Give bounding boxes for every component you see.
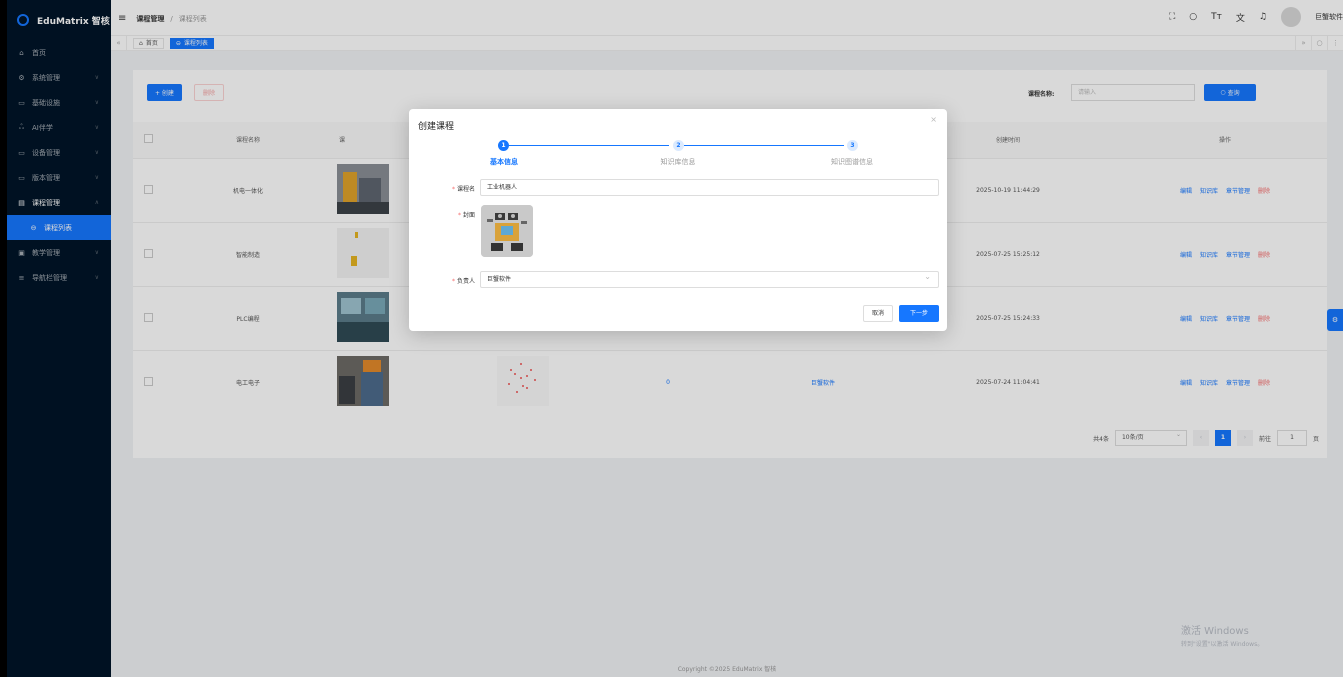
- next-step-button[interactable]: 下一步: [899, 305, 939, 322]
- step-3-icon: 3: [847, 140, 858, 151]
- cover-upload[interactable]: [481, 205, 533, 257]
- cover-label: * 封面: [457, 212, 475, 219]
- cancel-button[interactable]: 取消: [863, 305, 893, 322]
- step-3-label: 知识图谱信息: [831, 158, 873, 166]
- course-name-input[interactable]: 工业机器人: [480, 179, 939, 196]
- owner-label: * 负责人: [451, 278, 475, 285]
- step-connector: [684, 145, 844, 146]
- robot-cover-image: [481, 205, 533, 257]
- step-2-label: 知识库信息: [660, 158, 696, 166]
- step-1-label: 基本信息: [490, 158, 518, 166]
- step-connector: [509, 145, 669, 146]
- dialog-title: 创建课程: [418, 122, 455, 132]
- step-1-icon: 1: [498, 140, 509, 151]
- step-2-icon: 2: [673, 140, 684, 151]
- steps: 1 2 3 基本信息 知识库信息 知识图谱信息: [409, 140, 947, 170]
- modal-overlay[interactable]: [0, 0, 1343, 677]
- course-name-label: * 课程名: [451, 186, 475, 193]
- create-course-dialog: 创建课程 × 1 2 3 基本信息 知识库信息 知识图谱信息 * 课程名 工业机器…: [409, 109, 947, 331]
- owner-select[interactable]: 巨蟹软件: [480, 269, 939, 288]
- close-icon[interactable]: ×: [930, 115, 937, 124]
